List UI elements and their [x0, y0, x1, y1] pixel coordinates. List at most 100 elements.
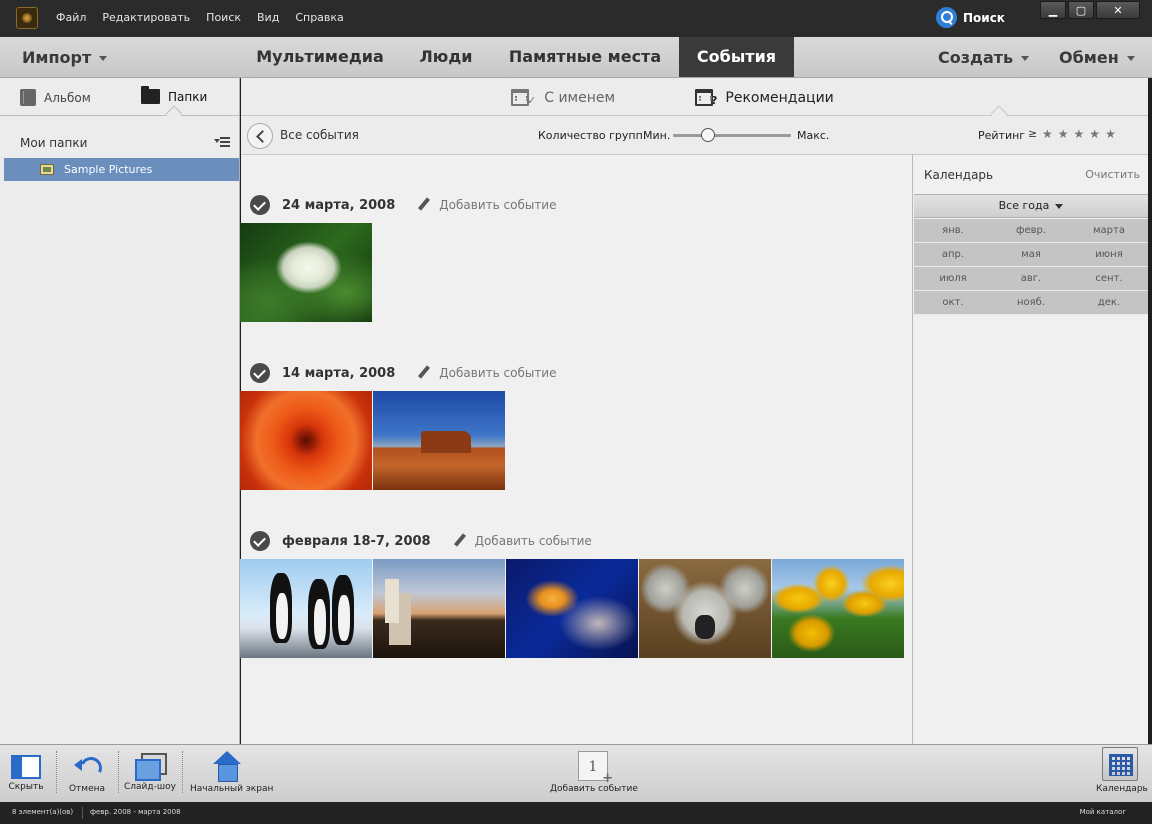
- month-cell[interactable]: июля: [914, 267, 992, 290]
- sort-icon[interactable]: [214, 136, 232, 148]
- calendar-toggle-label: Календарь: [1096, 784, 1148, 794]
- slider-max-label: Макс.: [797, 129, 830, 142]
- pencil-icon[interactable]: [453, 534, 467, 548]
- menu-view[interactable]: Вид: [257, 11, 279, 24]
- calendar-icon: [511, 89, 529, 106]
- month-cell[interactable]: апр.: [914, 243, 992, 266]
- tab-folders[interactable]: Папки: [141, 86, 208, 104]
- view-named[interactable]: ✓ С именем: [511, 88, 615, 107]
- add-event-link[interactable]: Добавить событие: [475, 534, 592, 548]
- view-mode-bar: ✓ С именем ? Рекомендации: [241, 78, 1148, 123]
- month-cell[interactable]: сент.: [1070, 267, 1148, 290]
- folder-item-label: Sample Pictures: [64, 163, 153, 176]
- month-cell[interactable]: мая: [992, 243, 1070, 266]
- month-cell[interactable]: дек.: [1070, 291, 1148, 314]
- photo-thumbnail[interactable]: [373, 559, 505, 658]
- slideshow-label: Слайд-шоу: [124, 782, 176, 792]
- month-row: июля авг. сент.: [914, 267, 1148, 291]
- calendar-clear-link[interactable]: Очистить: [1085, 168, 1140, 181]
- month-cell[interactable]: февр.: [992, 219, 1070, 242]
- add-event-link[interactable]: Добавить событие: [439, 198, 556, 212]
- status-catalog[interactable]: Мой каталог: [1080, 808, 1126, 816]
- slideshow-button[interactable]: Слайд-шоу: [124, 749, 176, 792]
- folder-item-sample-pictures[interactable]: Sample Pictures: [4, 158, 239, 181]
- window-controls: ▁ ▢ ✕: [1040, 1, 1140, 19]
- module-bar: Импорт Мультимедиа Люди Памятные места С…: [0, 37, 1152, 78]
- events-nav-bar: Все события Количество групп: Мин. Макс.…: [241, 116, 1148, 155]
- photo-thumbnail[interactable]: [373, 391, 505, 490]
- create-button[interactable]: Создать: [938, 48, 1030, 67]
- toolbar-divider: [118, 751, 119, 793]
- photo-thumbnail[interactable]: [240, 223, 372, 322]
- month-cell[interactable]: нояб.: [992, 291, 1070, 314]
- import-label: Импорт: [22, 48, 92, 67]
- all-events-link[interactable]: Все события: [280, 128, 359, 142]
- month-cell[interactable]: марта: [1070, 219, 1148, 242]
- slider-handle[interactable]: [701, 128, 716, 142]
- star-icon[interactable]: ★: [1042, 127, 1053, 141]
- create-label: Создать: [938, 48, 1014, 67]
- view-recommend-label: Рекомендации: [725, 89, 834, 106]
- star-icon[interactable]: ★: [1074, 127, 1085, 141]
- menu-edit[interactable]: Редактировать: [102, 11, 190, 24]
- groups-slider[interactable]: [673, 128, 791, 142]
- import-button[interactable]: Импорт: [22, 48, 108, 67]
- event-date: февраля 18-7, 2008: [282, 533, 431, 549]
- album-icon: [20, 89, 36, 106]
- undo-button[interactable]: Отмена: [64, 749, 110, 794]
- year-select[interactable]: Все года: [914, 194, 1148, 218]
- menu-help[interactable]: Справка: [295, 11, 343, 24]
- photo-thumbnail[interactable]: [772, 559, 904, 658]
- status-item-count: 8 элемент(а)(ов): [12, 808, 74, 816]
- photo-thumbnail[interactable]: [639, 559, 771, 658]
- minimize-button[interactable]: ▁: [1040, 1, 1066, 19]
- home-screen-button[interactable]: Начальный экран: [190, 749, 273, 794]
- hide-panel-button[interactable]: Скрыть: [6, 749, 46, 792]
- photo-thumbnail[interactable]: [240, 559, 372, 658]
- close-icon: ✕: [1113, 4, 1123, 17]
- add-event-icon-number: 1: [588, 759, 598, 775]
- add-event-link[interactable]: Добавить событие: [439, 366, 556, 380]
- month-cell[interactable]: окт.: [914, 291, 992, 314]
- maximize-icon: ▢: [1075, 4, 1087, 17]
- photo-thumbnail[interactable]: [240, 391, 372, 490]
- share-label: Обмен: [1059, 48, 1119, 67]
- menu-search[interactable]: Поиск: [206, 11, 241, 24]
- pencil-icon[interactable]: [417, 198, 431, 212]
- back-button[interactable]: [247, 123, 273, 149]
- rating-operator[interactable]: ≥: [1028, 127, 1037, 140]
- chevron-down-icon: [99, 56, 108, 61]
- menu-file[interactable]: Файл: [56, 11, 86, 24]
- month-grid: янв. февр. марта апр. мая июня июля авг.…: [914, 219, 1148, 315]
- maximize-button[interactable]: ▢: [1068, 1, 1094, 19]
- star-icon[interactable]: ★: [1105, 127, 1116, 141]
- add-event-button[interactable]: 1 Добавить событие: [550, 749, 638, 794]
- star-icon[interactable]: ★: [1089, 127, 1100, 141]
- month-cell[interactable]: июня: [1070, 243, 1148, 266]
- check-circle-icon[interactable]: [250, 363, 270, 383]
- month-row: апр. мая июня: [914, 243, 1148, 267]
- tab-album[interactable]: Альбом: [20, 89, 91, 106]
- tab-media[interactable]: Мультимедиа: [246, 37, 394, 77]
- calendar-title: Календарь: [924, 168, 994, 182]
- tab-events[interactable]: События: [679, 37, 794, 77]
- view-recommend[interactable]: ? Рекомендации: [695, 88, 834, 107]
- share-button[interactable]: Обмен: [1059, 48, 1135, 67]
- check-circle-icon[interactable]: [250, 531, 270, 551]
- groups-count-label: Количество групп:: [538, 129, 647, 142]
- tab-folders-label: Папки: [168, 89, 208, 104]
- check-circle-icon[interactable]: [250, 195, 270, 215]
- tab-people[interactable]: Люди: [404, 37, 488, 77]
- event-header: 14 марта, 2008 Добавить событие: [250, 361, 557, 385]
- pencil-icon[interactable]: [417, 366, 431, 380]
- photo-thumbnail[interactable]: [506, 559, 638, 658]
- close-button[interactable]: ✕: [1096, 1, 1140, 19]
- hide-label: Скрыть: [8, 782, 44, 792]
- month-cell[interactable]: авг.: [992, 267, 1070, 290]
- star-icon[interactable]: ★: [1058, 127, 1069, 141]
- undo-label: Отмена: [68, 784, 106, 794]
- tab-places[interactable]: Памятные места: [498, 37, 672, 77]
- month-cell[interactable]: янв.: [914, 219, 992, 242]
- search-button[interactable]: Поиск: [936, 7, 1005, 28]
- calendar-toggle-button[interactable]: Календарь: [1096, 747, 1148, 794]
